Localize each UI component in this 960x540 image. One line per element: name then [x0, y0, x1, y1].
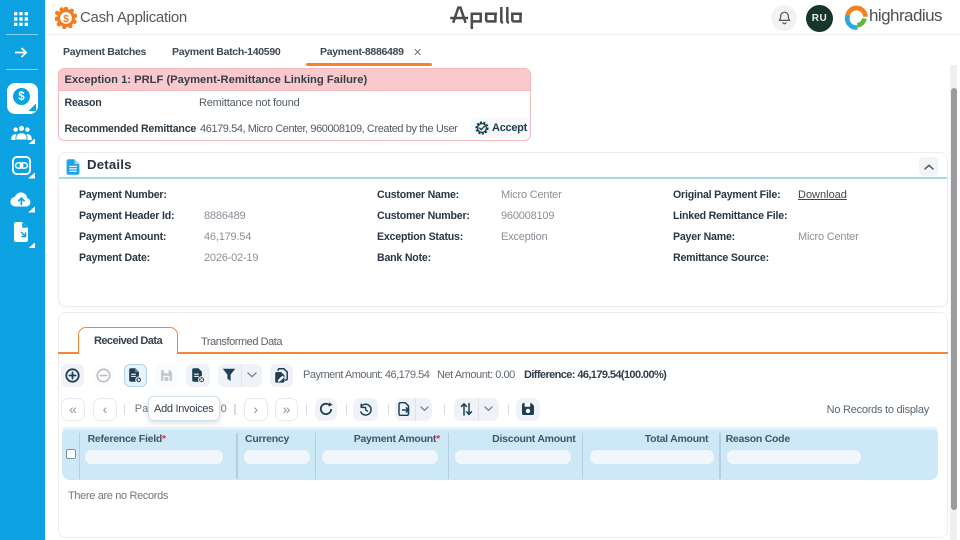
svg-text:$: $ — [63, 13, 69, 25]
